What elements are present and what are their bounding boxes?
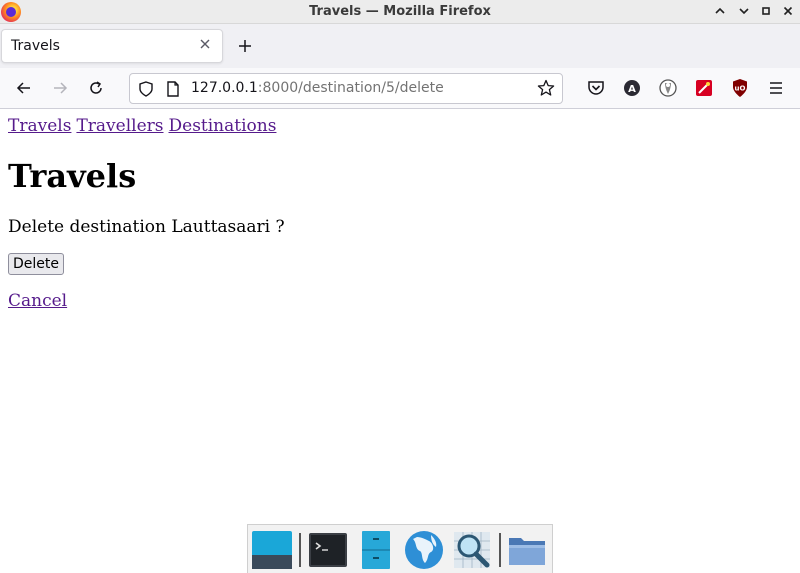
terminal-icon[interactable]: [307, 529, 349, 571]
back-icon[interactable]: [11, 75, 37, 101]
page-icon[interactable]: [166, 81, 180, 97]
web-browser-icon[interactable]: [403, 529, 445, 571]
taskbar-dock: [247, 524, 553, 573]
site-nav: Travels Travellers Destinations: [8, 116, 281, 136]
new-tab-button[interactable]: [232, 33, 258, 59]
tab-travels[interactable]: Travels: [1, 29, 223, 63]
page-title: Travels: [8, 157, 137, 195]
search-icon[interactable]: [451, 529, 493, 571]
url-text[interactable]: 127.0.0.1:8000/destination/5/delete: [191, 74, 444, 103]
tab-strip: Travels: [0, 24, 800, 68]
shield-icon[interactable]: [138, 81, 154, 97]
forward-icon[interactable]: [47, 75, 73, 101]
window-title: Travels — Mozilla Firefox: [309, 4, 491, 19]
restore-button[interactable]: [735, 3, 753, 21]
dock-separator: [299, 533, 301, 567]
svg-text:A: A: [628, 84, 636, 95]
address-bar[interactable]: 127.0.0.1:8000/destination/5/delete: [129, 73, 563, 104]
menu-icon[interactable]: [766, 78, 786, 98]
cancel-link[interactable]: Cancel: [8, 291, 67, 311]
bookmark-star-icon[interactable]: [536, 79, 556, 99]
folder-icon[interactable]: [506, 529, 548, 571]
delete-button[interactable]: Delete: [8, 253, 64, 275]
file-cabinet-icon[interactable]: [355, 529, 397, 571]
desktop-icon[interactable]: [251, 529, 293, 571]
maximize-button[interactable]: [757, 3, 775, 21]
tab-title: Travels: [11, 38, 60, 54]
url-path: :8000/destination/5/delete: [257, 80, 444, 96]
extension-icon[interactable]: [694, 78, 714, 98]
navigation-toolbar: 127.0.0.1:8000/destination/5/delete A uO: [0, 68, 800, 109]
minimize-button[interactable]: [711, 3, 729, 21]
url-host: 127.0.0.1: [191, 80, 258, 96]
nav-link-destinations[interactable]: Destinations: [169, 116, 277, 136]
account-icon[interactable]: A: [622, 78, 642, 98]
nav-link-travels[interactable]: Travels: [8, 116, 71, 136]
close-tab-icon[interactable]: [197, 38, 213, 54]
dock-separator: [499, 533, 501, 567]
delete-confirmation-text: Delete destination Lauttasaari ?: [8, 217, 285, 237]
nav-link-travellers[interactable]: Travellers: [76, 116, 163, 136]
reload-icon[interactable]: [83, 75, 109, 101]
close-window-button[interactable]: [779, 3, 797, 21]
privacy-badger-icon[interactable]: [658, 78, 678, 98]
svg-text:uO: uO: [735, 85, 746, 93]
pocket-icon[interactable]: [586, 78, 606, 98]
ublock-icon[interactable]: uO: [730, 78, 750, 98]
window-titlebar: Travels — Mozilla Firefox: [0, 0, 800, 24]
